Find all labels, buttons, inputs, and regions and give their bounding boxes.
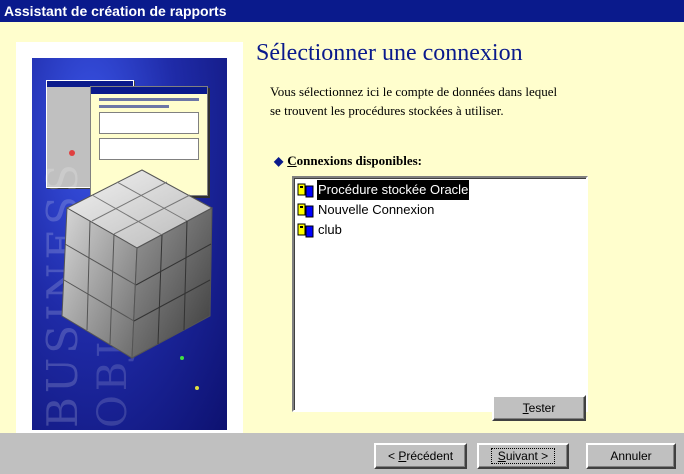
database-connection-icon (297, 222, 315, 238)
page-description: Vous sélectionnez ici le compte de donné… (270, 84, 558, 118)
next-button-focus: Suivant > (490, 448, 556, 464)
connection-label: Nouvelle Connexion (318, 202, 435, 217)
window-title: Assistant de création de rapports (4, 3, 227, 19)
diamond-bullet-icon: ◆ (274, 154, 284, 168)
test-button-label: ester (528, 401, 556, 415)
page-heading: Sélectionner une connexion (256, 40, 523, 66)
next-button-hotkey: S (497, 449, 506, 463)
cancel-button[interactable]: Annuler (586, 443, 676, 469)
wizard-footer (0, 433, 684, 474)
previous-button[interactable]: < Précédent (374, 443, 467, 469)
next-button[interactable]: Suivant > (477, 443, 569, 469)
test-button[interactable]: Tester (492, 395, 586, 421)
connection-label: club (318, 222, 342, 237)
connection-label: Procédure stockée Oracle (315, 179, 471, 201)
wizard-illustration: BUSINESS OBJECTS (16, 42, 243, 446)
list-item-connection[interactable]: Nouvelle Connexion (297, 200, 583, 220)
previous-button-prefix: < (387, 449, 399, 463)
database-connection-icon (297, 202, 315, 218)
connections-label: ◆ Connexions disponibles: (274, 153, 422, 169)
connections-listbox[interactable]: Procédure stockée Oracle Nouvelle Connex… (292, 176, 588, 412)
list-item-connection[interactable]: club (297, 220, 583, 240)
list-item-connection[interactable]: Procédure stockée Oracle (297, 179, 583, 201)
previous-button-label: récédent (406, 449, 454, 463)
next-button-label: uivant > (505, 449, 549, 463)
connections-label-text: onnexions disponibles: (296, 153, 422, 168)
database-connection-icon (297, 182, 315, 198)
title-bar: Assistant de création de rapports (0, 0, 684, 22)
illustration-image: BUSINESS OBJECTS (32, 58, 227, 430)
connections-label-hotkey: C (287, 153, 297, 168)
cube-graphic (61, 150, 214, 390)
wizard-content: BUSINESS OBJECTS (0, 22, 684, 446)
